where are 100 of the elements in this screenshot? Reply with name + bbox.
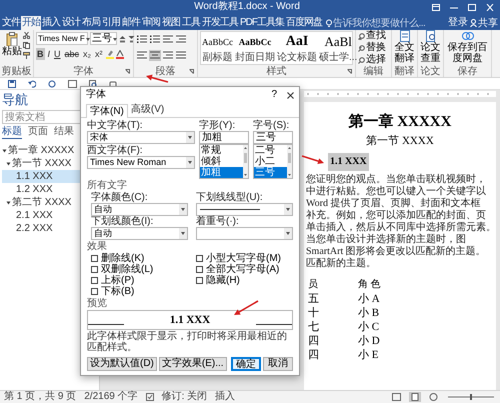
dialog-tab[interactable]: 高级(V) (128, 104, 168, 117)
share-button[interactable]: 共享 (470, 16, 500, 30)
font-size-field[interactable]: 三号 (90, 32, 117, 45)
dropdown[interactable]: 自动 (91, 203, 188, 216)
format-button[interactable]: B (36, 48, 44, 60)
help-button[interactable]: ? (271, 88, 277, 102)
dialog-launcher-icon[interactable] (189, 69, 194, 74)
ribbon-display-icon[interactable] (432, 4, 440, 10)
style-item[interactable]: AaBl 硕士学... (318, 32, 358, 64)
align-left-icon[interactable] (136, 50, 148, 61)
sign-in-link[interactable]: 登录 (448, 16, 468, 30)
justify-icon[interactable] (175, 50, 187, 61)
zoom-slider-drawing[interactable] (446, 393, 496, 401)
copy-icon[interactable] (23, 42, 30, 49)
ribbon-button[interactable]: 论文查重 (420, 30, 441, 64)
ribbon-tab[interactable]: 文件 (1, 16, 21, 30)
ribbon-tab[interactable]: 布局 (81, 16, 101, 30)
dialog-launcher-icon[interactable] (347, 69, 352, 74)
expanded-triangle-icon[interactable] (6, 161, 11, 166)
format-button[interactable]: I (46, 48, 52, 60)
pane-tab[interactable]: 结果 (54, 126, 74, 138)
font-name-field[interactable]: Times New F (36, 32, 88, 45)
web-layout-icon[interactable] (429, 393, 438, 401)
grow-font-icon[interactable] (119, 34, 126, 42)
editing-button[interactable]: 查找 (358, 30, 386, 42)
ribbon-tab[interactable]: PDF工具集 (239, 16, 285, 30)
scrollbar-drawing[interactable] (243, 145, 248, 178)
window-icon[interactable] (68, 80, 77, 88)
print-layout-icon[interactable] (409, 392, 421, 402)
pane-tab[interactable]: 页面 (28, 126, 48, 138)
list-option[interactable]: 三号 (254, 167, 287, 178)
list-option[interactable]: 倾斜 (200, 156, 243, 167)
pane-tab[interactable]: 标题 (2, 126, 22, 138)
dialog-button[interactable]: 取消 (263, 357, 293, 371)
paste-button[interactable]: 粘贴 (2, 30, 22, 57)
ribbon-tab[interactable]: 百度网盘 (285, 16, 323, 30)
editing-button[interactable]: 替换 (358, 42, 386, 54)
maximize-icon[interactable] (468, 4, 476, 10)
checkbox[interactable] (196, 255, 203, 262)
checkbox[interactable] (91, 288, 98, 295)
scrollbar-drawing[interactable] (287, 145, 292, 178)
list-option[interactable]: 常规 (200, 145, 243, 156)
undo-icon[interactable] (28, 80, 36, 88)
font-select[interactable]: Times New Roman (87, 156, 195, 169)
font-color-icon[interactable] (116, 50, 124, 58)
align-center-icon[interactable] (149, 50, 161, 61)
list-option[interactable]: 加粗 (200, 167, 243, 178)
checkbox[interactable] (91, 277, 98, 284)
list-option[interactable]: 小二 (254, 156, 287, 167)
close-icon[interactable] (287, 92, 294, 98)
bullet-list-icon[interactable] (136, 34, 148, 45)
ribbon-tab[interactable]: 引用 (101, 16, 121, 30)
underline-style-select[interactable] (196, 203, 293, 216)
indent-icon[interactable] (175, 34, 187, 45)
checkbox[interactable] (91, 255, 98, 262)
dialog-button[interactable]: 确定 (231, 357, 261, 371)
style-item[interactable]: AaI 论文标题 (276, 32, 318, 64)
shrink-font-icon[interactable] (128, 34, 135, 42)
format-button[interactable]: x² (94, 48, 104, 60)
format-button[interactable]: abc (64, 48, 80, 60)
ribbon-tab[interactable]: 审阅 (141, 16, 161, 30)
ribbon-tab[interactable]: 开发工具 (201, 16, 239, 30)
font-style-field[interactable]: 加粗 (199, 131, 249, 144)
highlighter-icon[interactable] (106, 50, 114, 58)
align-right-icon[interactable] (162, 50, 174, 61)
style-item[interactable]: AaBbCc 封面日期 (234, 32, 276, 64)
save-icon[interactable] (8, 80, 16, 88)
font-size-field[interactable]: 三号 (253, 131, 293, 144)
brush-icon[interactable] (23, 52, 30, 59)
ribbon-tab[interactable]: 邮件 (121, 16, 141, 30)
checkbox[interactable] (196, 266, 203, 273)
ribbon-tab[interactable]: 开始 (21, 16, 41, 30)
expanded-triangle-icon[interactable] (6, 200, 11, 205)
dialog-button[interactable]: 文字效果(E)... (158, 357, 227, 371)
font-select[interactable]: 宋体 (87, 131, 195, 144)
tell-me-field[interactable]: 告诉我你想要做什么... (333, 16, 426, 30)
proofing-icon[interactable] (146, 393, 154, 401)
dialog-tab[interactable]: 字体(N) (86, 104, 128, 118)
ribbon-tab[interactable]: 设计 (61, 16, 81, 30)
checkbox[interactable] (196, 277, 203, 284)
format-button[interactable]: U (53, 48, 62, 60)
scissors-icon[interactable] (23, 32, 30, 39)
ribbon-tab[interactable]: 工具 (181, 16, 201, 30)
editing-button[interactable]: 选择 (358, 54, 386, 66)
numbered-list-icon[interactable] (149, 34, 161, 45)
ribbon-tab[interactable]: 视图 (161, 16, 181, 30)
read-mode-icon[interactable] (392, 393, 401, 401)
ribbon-button[interactable]: 全文翻译 (394, 30, 415, 64)
dialog-launcher-icon[interactable] (125, 69, 130, 74)
status-item[interactable]: 插入 (215, 391, 236, 403)
expanded-triangle-icon[interactable] (2, 148, 7, 153)
ribbon-tab[interactable]: 插入 (41, 16, 61, 30)
dropdown[interactable]: 自动 (91, 227, 188, 240)
checkbox[interactable] (91, 266, 98, 273)
list-option[interactable]: 二号 (254, 145, 287, 156)
dialog-button[interactable]: 设为默认值(D) (87, 357, 157, 371)
style-item[interactable]: AaBbCc 副标题 (201, 32, 234, 64)
format-button[interactable]: x₂ (82, 48, 92, 60)
outline-list-icon[interactable] (162, 34, 174, 45)
ribbon-button[interactable]: 保存到百度网盘 (446, 30, 489, 64)
